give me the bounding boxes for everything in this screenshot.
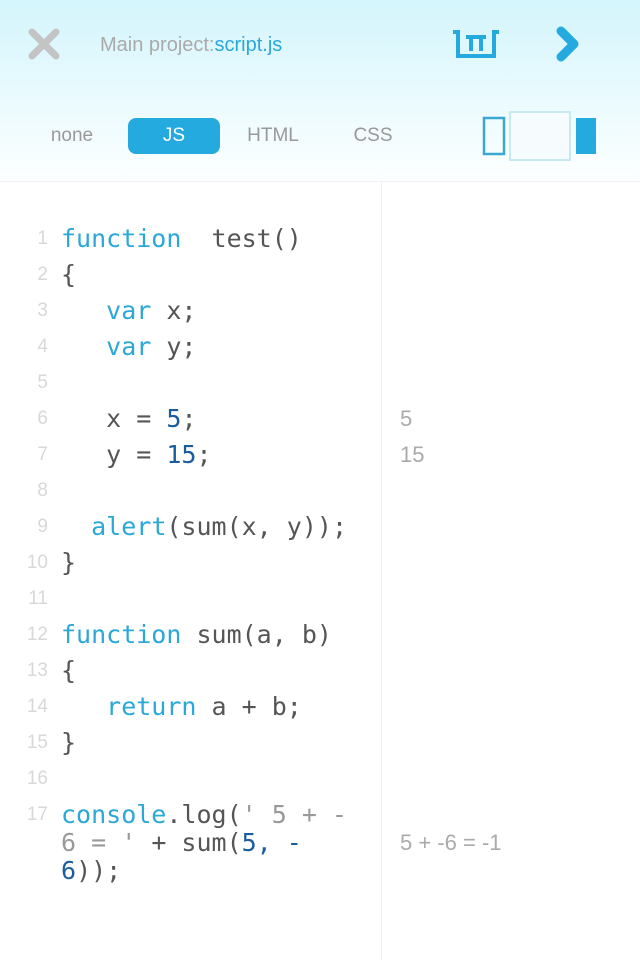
tab-none[interactable]: none [30, 118, 114, 154]
code-token: var [106, 296, 152, 325]
close-icon[interactable] [28, 28, 60, 60]
line-number: 8 [37, 480, 48, 501]
line-number: 15 [26, 732, 48, 753]
code-token: sum(a, b) [181, 620, 332, 649]
code-text: var x; [61, 297, 361, 325]
code-token: var [106, 332, 152, 361]
line-number: 6 [37, 408, 48, 429]
line-number: 4 [37, 336, 48, 357]
code-text: var y; [61, 333, 361, 361]
code-token: a + b; [196, 692, 302, 721]
header: Main project:script.js none JS HTML CSS [0, 0, 640, 182]
code-token: x; [151, 296, 197, 325]
line-number: 2 [37, 264, 48, 285]
code-token: console [61, 800, 167, 829]
code-text: y = 15; [61, 441, 361, 469]
line-number: 11 [28, 588, 48, 609]
code-token: ; [196, 440, 212, 469]
line-number: 1 [37, 228, 48, 249]
line-number: 12 [26, 624, 48, 645]
code-text: return a + b; [61, 693, 361, 721]
code-token: } [61, 728, 77, 757]
code-text: { [61, 657, 361, 685]
code-text: function sum(a, b) [61, 621, 361, 649]
file-title: Main project:script.js [100, 34, 282, 57]
file-name: script.js [214, 34, 283, 56]
code-token: ; [181, 404, 197, 433]
code-token: alert [91, 512, 167, 541]
code-text: x = 5; [61, 405, 361, 433]
code-token: (sum(x, y)); [166, 512, 347, 541]
output-value: 15 [400, 442, 425, 467]
line-number: 9 [37, 516, 48, 537]
line-number: 17 [26, 804, 48, 825]
code-token: 5 [166, 404, 182, 433]
code-token: y = [61, 440, 167, 469]
output-value: 5 [400, 406, 413, 431]
line-number: 3 [37, 300, 48, 321]
line-number: 10 [26, 552, 48, 573]
code-token: + sum( [136, 828, 242, 857]
pane-divider[interactable] [381, 182, 382, 960]
project-label: Main project: [100, 34, 215, 56]
code-token: { [61, 656, 77, 685]
output-value: 5 + -6 = -1 [400, 830, 502, 855]
layout-split-icon[interactable] [482, 110, 598, 162]
line-number: 7 [37, 444, 48, 465]
code-token: function [61, 224, 182, 253]
line-number: 5 [37, 372, 48, 393]
clear-output-icon[interactable] [452, 29, 500, 59]
code-text: function test() [61, 225, 361, 253]
code-text: alert(sum(x, y)); [61, 513, 361, 541]
code-text: } [61, 549, 361, 577]
line-number: 14 [26, 696, 48, 717]
line-number: 13 [26, 660, 48, 681]
code-text: { [61, 261, 361, 289]
tab-css[interactable]: CSS [328, 118, 418, 154]
code-token: x = [61, 404, 167, 433]
code-token: return [106, 692, 197, 721]
line-number: 16 [26, 768, 48, 789]
code-token: 15 [166, 440, 197, 469]
code-token: y; [151, 332, 197, 361]
code-text: console.log(' 5 + -6 = ' + sum(5, -6)); [61, 801, 361, 885]
code-token: )); [76, 856, 122, 885]
chevron-right-icon[interactable] [554, 26, 582, 62]
code-token: .log( [166, 800, 242, 829]
code-token: } [61, 548, 77, 577]
tab-html[interactable]: HTML [228, 118, 318, 154]
tab-js[interactable]: JS [128, 118, 220, 154]
code-text: } [61, 729, 361, 757]
code-token: test() [181, 224, 302, 253]
code-token: function [61, 620, 182, 649]
code-token: { [61, 260, 77, 289]
